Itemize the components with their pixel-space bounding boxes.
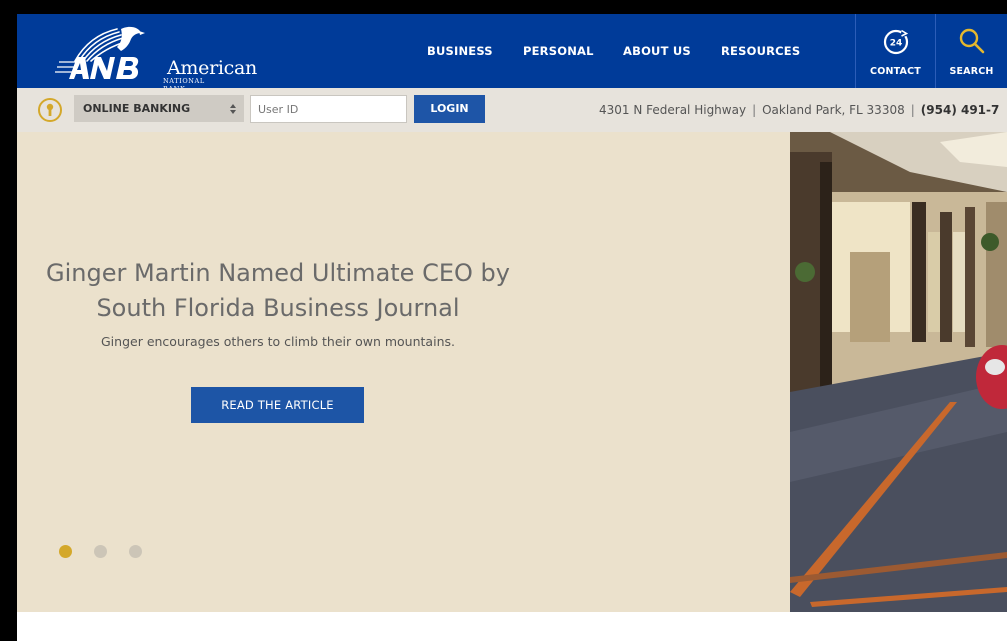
office-lobby-image — [790, 132, 1007, 612]
logo-name: American — [167, 57, 257, 79]
hero-subtitle: Ginger encourages others to climb their … — [101, 334, 455, 349]
branch-address: 4301 N Federal Highway | Oakland Park, FL … — [599, 88, 999, 132]
street-address: 4301 N Federal Highway — [599, 103, 747, 117]
contact-button[interactable]: 24 CONTACT — [855, 14, 935, 88]
carousel-dot-2[interactable] — [94, 545, 107, 558]
city-state-zip: Oakland Park, FL 33308 — [762, 103, 905, 117]
site-header: American NATIONAL BANK BUSINESS PERSONAL… — [17, 14, 1007, 93]
key-icon — [38, 98, 62, 122]
banking-type-value: ONLINE BANKING — [83, 102, 191, 115]
online-banking-bar: ONLINE BANKING LOGIN 4301 N Federal High… — [17, 88, 1007, 132]
carousel-dot-3[interactable] — [129, 545, 142, 558]
nav-resources[interactable]: RESOURCES — [721, 44, 800, 58]
search-label: SEARCH — [949, 66, 994, 77]
hero-title: Ginger Martin Named Ultimate CEO by Sout… — [29, 256, 527, 326]
page: American NATIONAL BANK BUSINESS PERSONAL… — [17, 14, 1007, 641]
hero-title-line-1: Ginger Martin Named Ultimate CEO by — [46, 259, 510, 287]
nav-personal[interactable]: PERSONAL — [523, 44, 594, 58]
banking-type-select[interactable]: ONLINE BANKING — [74, 95, 244, 122]
carousel-dot-1[interactable] — [59, 545, 72, 558]
contact-badge: 24 — [889, 39, 902, 49]
24-hour-clock-icon: 24 — [883, 28, 910, 55]
nav-about-us[interactable]: ABOUT US — [623, 44, 691, 58]
search-button[interactable]: SEARCH — [935, 14, 1007, 88]
hero-title-line-2: South Florida Business Journal — [96, 294, 460, 322]
search-icon — [959, 28, 984, 54]
phone-separator: | — [910, 103, 915, 117]
content-area — [17, 612, 1007, 641]
user-id-input[interactable] — [250, 95, 407, 123]
address-separator: | — [752, 103, 757, 117]
login-button[interactable]: LOGIN — [414, 95, 485, 123]
read-article-button[interactable]: READ THE ARTICLE — [191, 387, 364, 423]
select-arrows-icon — [230, 104, 236, 114]
nav-business[interactable]: BUSINESS — [427, 44, 493, 58]
contact-label: CONTACT — [870, 66, 921, 77]
anb-logo[interactable]: American NATIONAL BANK — [55, 21, 257, 93]
hero-carousel: Ginger Martin Named Ultimate CEO by Sout… — [17, 132, 1007, 612]
phone-number[interactable]: (954) 491-7 — [921, 103, 1000, 117]
